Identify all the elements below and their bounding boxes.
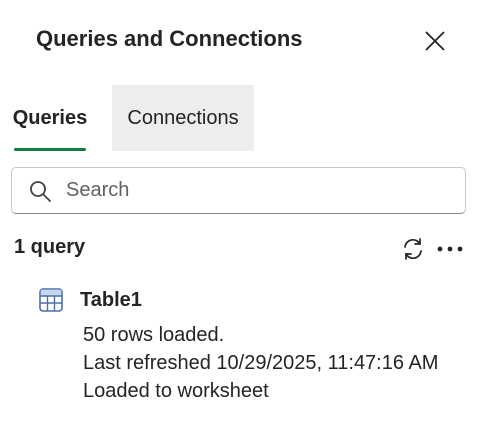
query-last-refreshed: Last refreshed 10/29/2025, 11:47:16 AM (83, 352, 439, 374)
close-button[interactable] (418, 24, 452, 58)
tab-connections-label: Connections (127, 106, 239, 129)
close-icon (425, 31, 445, 51)
search-input[interactable] (64, 178, 448, 203)
search-box[interactable] (11, 167, 466, 214)
table-icon (39, 288, 63, 312)
query-item[interactable]: Table1 50 rows loaded. Last refreshed 10… (38, 284, 468, 408)
tab-queries-label: Queries (12, 106, 88, 129)
refresh-all-button[interactable] (398, 234, 428, 264)
more-options-button[interactable] (434, 234, 466, 264)
tab-queries[interactable]: Queries (12, 85, 88, 151)
pane-title: Queries and Connections (36, 26, 303, 51)
more-icon (437, 246, 463, 252)
query-load-target: Loaded to worksheet (83, 380, 269, 402)
search-icon (30, 180, 51, 202)
refresh-icon (404, 238, 422, 260)
tab-bar: Queries Connections (0, 85, 477, 151)
query-rows-status: 50 rows loaded. (83, 324, 225, 346)
queries-connections-pane: Queries and Connections Queries Connecti… (0, 0, 477, 424)
tab-connections[interactable]: Connections (112, 85, 254, 151)
query-count: 1 query (14, 236, 86, 258)
selected-tab-indicator (14, 148, 86, 151)
query-name: Table1 (80, 289, 142, 311)
